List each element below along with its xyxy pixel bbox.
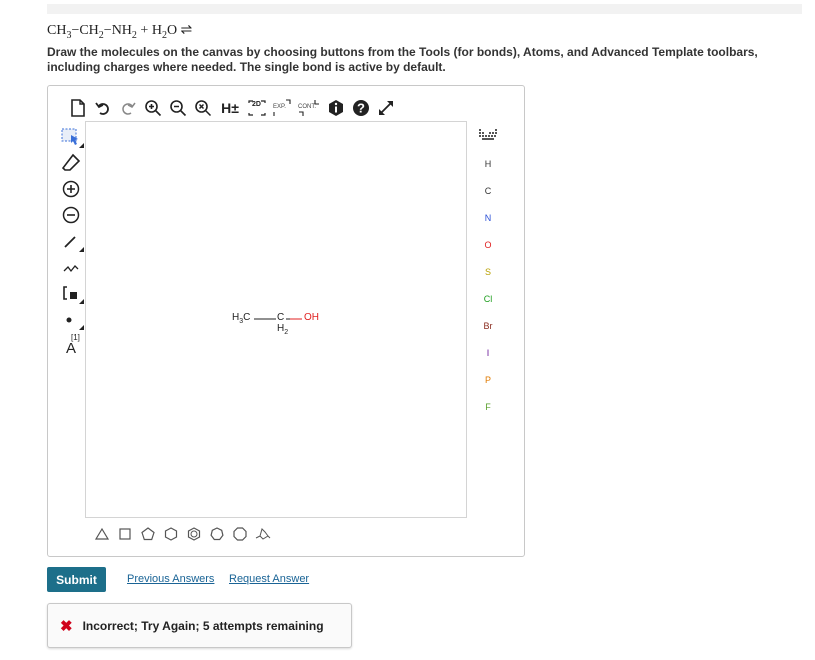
cyclopropane-template-icon[interactable] — [92, 524, 112, 544]
eraser-icon[interactable] — [58, 152, 84, 174]
bracket-icon[interactable] — [58, 282, 84, 304]
zoom-out-icon[interactable] — [168, 98, 188, 118]
atom-button-cl[interactable]: Cl — [468, 289, 508, 309]
atom-button-s[interactable]: S — [468, 262, 508, 282]
cyclohexane-template-icon[interactable] — [161, 524, 181, 544]
template-toolbar — [92, 523, 276, 545]
center-sub: 2 — [284, 329, 289, 336]
drawn-molecule[interactable]: H3C C H2 OH — [228, 304, 348, 344]
reaction-equation: CH3−CH2−NH2 + H2O ⇌ — [47, 23, 193, 41]
hydroxyl-group: OH — [304, 312, 319, 323]
submit-button[interactable]: Submit — [47, 567, 106, 592]
chair-template-icon[interactable] — [253, 524, 273, 544]
radical-dot-icon[interactable] — [58, 308, 84, 330]
feedback-message: Incorrect; Try Again; 5 attempts remaini… — [82, 618, 324, 633]
charge-plus-icon[interactable] — [58, 178, 84, 200]
help-icon[interactable]: ? — [351, 98, 371, 118]
explicit-hydrogens-button[interactable]: H± — [218, 98, 242, 118]
new-document-icon[interactable] — [68, 98, 88, 118]
atom-button-p[interactable]: P — [468, 370, 508, 390]
isotope-icon[interactable]: A [1] — [58, 332, 84, 358]
contract-button[interactable]: CONT. — [297, 98, 321, 118]
incorrect-icon: ✖ — [60, 617, 73, 635]
cyclopentane-template-icon[interactable] — [138, 524, 158, 544]
chain-icon[interactable] — [58, 256, 84, 278]
top-toolbar: H± 2D EXP. CONT. ? — [68, 97, 401, 119]
cyclooctane-template-icon[interactable] — [230, 524, 250, 544]
atom-button-br[interactable]: Br — [468, 316, 508, 336]
info-icon[interactable] — [326, 98, 346, 118]
request-answer-link[interactable]: Request Answer — [229, 573, 309, 585]
atom-button-f[interactable]: F — [468, 397, 508, 417]
top-bar — [47, 4, 802, 14]
2d-clean-button[interactable]: 2D — [247, 98, 267, 118]
atom-button-h[interactable]: H — [468, 154, 508, 174]
single-bond-icon[interactable] — [58, 230, 84, 252]
undo-icon[interactable] — [93, 98, 113, 118]
atom-button-n[interactable]: N — [468, 208, 508, 228]
previous-answers-link[interactable]: Previous Answers — [127, 573, 214, 585]
zoom-in-icon[interactable] — [143, 98, 163, 118]
zoom-reset-icon[interactable] — [193, 98, 213, 118]
atom-button-i[interactable]: I — [468, 343, 508, 363]
expand-button[interactable]: EXP. — [272, 98, 292, 118]
benzene-template-icon[interactable] — [184, 524, 204, 544]
feedback-box: ✖ Incorrect; Try Again; 5 attempts remai… — [47, 603, 352, 648]
svg-text:?: ? — [357, 101, 365, 116]
atom-button-c[interactable]: C — [468, 181, 508, 201]
center-carbon: C — [277, 312, 285, 323]
left-c: C — [243, 312, 251, 323]
periodic-table-icon[interactable] — [468, 128, 508, 148]
selection-tool[interactable] — [58, 126, 84, 148]
instructions-text: Draw the molecules on the canvas by choo… — [47, 45, 758, 74]
fullscreen-icon[interactable] — [376, 98, 396, 118]
redo-icon[interactable] — [118, 98, 138, 118]
charge-minus-icon[interactable] — [58, 204, 84, 226]
cycloheptane-template-icon[interactable] — [207, 524, 227, 544]
atom-button-o[interactable]: O — [468, 235, 508, 255]
cyclobutane-template-icon[interactable] — [115, 524, 135, 544]
